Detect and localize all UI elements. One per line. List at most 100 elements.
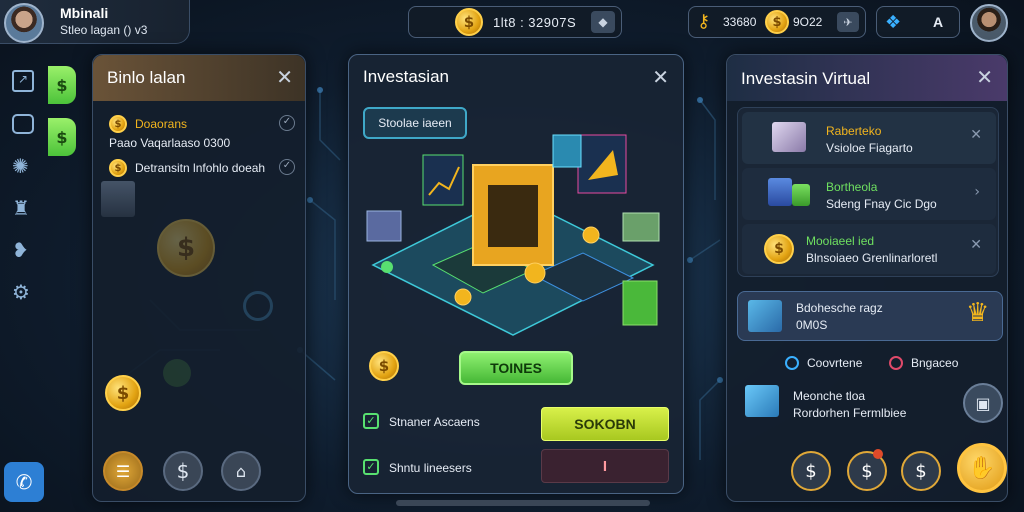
wallet-icon[interactable]: ◆ xyxy=(591,11,615,33)
faded-circle-icon xyxy=(163,359,191,387)
close-icon[interactable]: ✕ xyxy=(276,67,293,87)
gold-coin-icon: $ xyxy=(369,351,399,381)
close-icon[interactable]: ✕ xyxy=(652,67,669,87)
balance-value: 1lt8 : 32907S xyxy=(493,15,577,30)
center-panel: Investasian ✕ Stoolae iaeen $ TOINES ✓ S… xyxy=(348,54,684,494)
link-2-icon xyxy=(889,356,903,370)
list-item-sub: Vsioloe Fiagarto xyxy=(826,141,913,155)
coin-stack-icon: $ xyxy=(764,234,794,264)
center-panel-title: Investasian xyxy=(363,67,449,86)
trophy-icon: ♛ xyxy=(966,298,990,328)
faded-coin-icon: $ xyxy=(157,219,215,277)
chevron-right-icon[interactable]: › xyxy=(974,184,980,200)
link-2[interactable]: Bngaceo xyxy=(911,356,958,370)
left-panel-header: Binlo lalan ✕ xyxy=(93,55,305,101)
list-item-title: Mooiaeel ied xyxy=(806,234,875,248)
server-icon xyxy=(366,210,402,242)
dollar-button-3[interactable]: $ xyxy=(901,451,941,491)
coin-icon xyxy=(454,288,472,306)
right-panel-header: Investasin Virtual ✕ xyxy=(727,55,1007,101)
crate-icon xyxy=(772,122,806,152)
side-tab-green-1[interactable]: $ xyxy=(48,66,76,104)
bank-button[interactable]: ⌂ xyxy=(221,451,261,491)
checkbox-2[interactable]: ✓ xyxy=(363,459,379,475)
coin-icon xyxy=(524,262,546,284)
player-name: Mbinali xyxy=(60,5,109,21)
books-button[interactable]: ☰ xyxy=(103,451,143,491)
list-item-title: Raberteko xyxy=(826,124,882,138)
action-button[interactable]: SOKOBN xyxy=(541,407,669,441)
checkbox1-label: Stnaner Ascaens xyxy=(389,415,480,429)
featured-title: Bdohesche ragz xyxy=(796,301,883,315)
gold-action-button[interactable]: ✋ xyxy=(957,443,1007,493)
primary-button[interactable]: TOINES xyxy=(459,351,573,385)
chart-icon[interactable]: ↗ xyxy=(12,70,34,92)
blue-cube-icon xyxy=(745,385,779,417)
gold-coin-icon: $ xyxy=(105,375,141,411)
counter-field[interactable]: I xyxy=(541,449,669,483)
gear-icon[interactable]: ⚙ xyxy=(12,280,30,304)
currency-bar: ⚷ 33680 $ 9O22 ✈ xyxy=(688,6,866,38)
counter-value: I xyxy=(602,458,608,475)
dollar-button-1[interactable]: $ xyxy=(791,451,831,491)
right-panel-title: Investasin Virtual xyxy=(741,69,871,88)
server-cube-icon xyxy=(748,300,782,332)
coin-icon: $ xyxy=(109,115,127,133)
checkbox2-label: Shntu lineesers xyxy=(389,461,472,475)
link-1-icon xyxy=(785,356,799,370)
right-panel: Investasin Virtual ✕ Raberteko Vsioloe F… xyxy=(726,54,1008,502)
settings-icon[interactable]: ✺ xyxy=(12,154,29,178)
left-panel: Binlo lalan ✕ $ Doaorans ✓ Paao Vaqarlaa… xyxy=(92,54,306,502)
profile-avatar[interactable] xyxy=(970,4,1008,42)
cyan-cube-icon xyxy=(552,134,582,168)
gold-coin-icon: $ xyxy=(765,10,789,34)
coin-icon: $ xyxy=(109,159,127,177)
check-icon[interactable]: ✓ xyxy=(279,159,295,175)
side-tab-green-2[interactable]: $ xyxy=(48,118,76,156)
phone-icon[interactable]: ✆ xyxy=(4,462,44,502)
scroll-indicator[interactable] xyxy=(396,500,650,506)
left-item1-sub: Paao Vaqarlaaso 0300 xyxy=(109,136,231,150)
list-item[interactable]: Raberteko Vsioloe Fiagarto ✕ xyxy=(742,112,996,164)
check-icon[interactable]: ✓ xyxy=(279,115,295,131)
list-item-title: Bortheola xyxy=(826,180,878,194)
book-stack-icon xyxy=(101,181,135,217)
list-item[interactable]: $ Mooiaeel ied Blnsoiaeo Grenlinarloretl… xyxy=(742,224,996,274)
dollar-button[interactable]: $ xyxy=(163,451,203,491)
left-item2-title: Detransitn lnfohlo doeah xyxy=(135,161,266,175)
green-block-icon xyxy=(622,280,658,326)
featured-value: 0M0S xyxy=(796,318,828,332)
help-label: A xyxy=(933,14,944,30)
padlock-button[interactable]: ▣ xyxy=(963,383,1003,423)
link-1[interactable]: Coovrtene xyxy=(807,356,862,370)
close-icon[interactable]: ✕ xyxy=(970,238,982,252)
list-item-sub: Blnsoiaeo Grenlinarloretl xyxy=(806,251,938,265)
green-cube-icon xyxy=(792,184,810,206)
investment-illustration xyxy=(366,134,660,336)
sidebar: ↗ ✺ ♜ ❥ ⚙ ✆ xyxy=(0,60,46,512)
notification-badge xyxy=(873,449,883,459)
camera-icon[interactable] xyxy=(12,114,34,134)
featured-card[interactable]: Bdohesche ragz 0M0S ♛ xyxy=(737,291,1003,341)
close-icon[interactable]: ✕ xyxy=(976,67,993,87)
close-icon[interactable]: ✕ xyxy=(970,128,982,142)
users-icon[interactable]: ♜ xyxy=(12,196,30,220)
avatar[interactable] xyxy=(4,3,44,43)
blue-cube-icon xyxy=(768,178,792,206)
cash-stack-icon xyxy=(622,212,660,242)
balance-bar[interactable]: $ 1lt8 : 32907S ◆ xyxy=(408,6,622,38)
list-item[interactable]: Bortheola Sdeng Fnay Cic Dgo › xyxy=(742,168,996,220)
player-card[interactable]: Mbinali Stleo lagan () v3 xyxy=(0,0,190,44)
footer-sub: Rordorhen Fermlbiee xyxy=(793,406,907,420)
footer-title: Meonche tloa xyxy=(793,389,866,403)
left-item1-title: Doaorans xyxy=(135,117,188,131)
faded-circle-icon xyxy=(243,291,273,321)
gems-value: 9O22 xyxy=(793,15,823,29)
chat-icon[interactable]: ❥ xyxy=(12,238,29,262)
checkbox-1[interactable]: ✓ xyxy=(363,413,379,429)
shop-icon[interactable]: ✈ xyxy=(837,12,859,32)
green-node-icon xyxy=(381,261,393,273)
chart-card-icon xyxy=(422,154,464,206)
help-bar[interactable]: ❖ A xyxy=(876,6,960,38)
player-subtitle: Stleo lagan () v3 xyxy=(60,23,148,37)
